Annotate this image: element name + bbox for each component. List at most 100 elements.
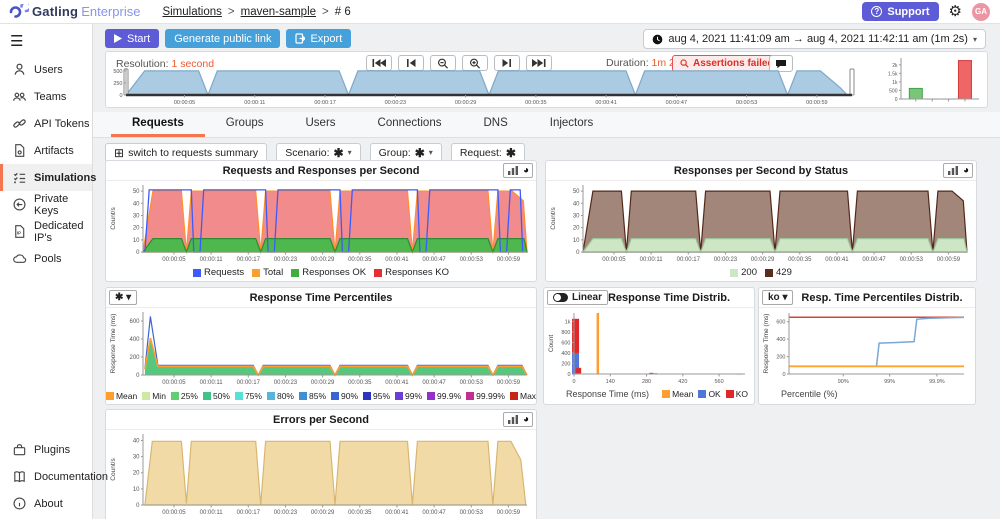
svg-text:0: 0: [782, 372, 785, 378]
tab-connections[interactable]: Connections: [357, 112, 463, 137]
svg-text:1k: 1k: [892, 80, 898, 86]
clock-icon: [652, 34, 663, 44]
svg-text:00:00:17: 00:00:17: [237, 380, 261, 386]
legend-item[interactable]: 429: [765, 267, 792, 278]
sidebar-item-api-tokens[interactable]: API Tokens: [0, 110, 92, 137]
legend-item[interactable]: Mean: [662, 389, 693, 399]
sidebar-item-pools[interactable]: Pools: [0, 245, 92, 272]
legend-item[interactable]: KO: [725, 389, 748, 399]
legend-item[interactable]: Requests: [192, 267, 244, 278]
legend-item[interactable]: Min: [142, 391, 166, 401]
legend-swatch: [662, 390, 671, 398]
asterisk-icon: ✱: [505, 145, 516, 160]
brand-name: Gatling: [32, 4, 79, 19]
support-button[interactable]: ? Support: [862, 2, 939, 21]
legend-swatch: [331, 391, 339, 400]
gear-icon[interactable]: ⚙: [949, 4, 962, 19]
breadcrumb-simulations[interactable]: Simulations: [162, 6, 221, 18]
svg-text:00:00:53: 00:00:53: [460, 510, 484, 516]
chevron-down-icon: ▾: [347, 148, 352, 157]
legend-item[interactable]: Responses KO: [374, 267, 449, 278]
svg-text:Count: Count: [548, 335, 555, 353]
legend-item[interactable]: 25%: [170, 391, 198, 401]
svg-text:00:00:11: 00:00:11: [200, 257, 224, 263]
svg-text:00:00:41: 00:00:41: [825, 257, 849, 263]
linear-scale-toggle[interactable]: Linear: [547, 290, 609, 305]
legend-item[interactable]: 50%: [202, 391, 230, 401]
svg-text:00:00:29: 00:00:29: [311, 257, 335, 263]
teams-icon: [13, 92, 26, 101]
svg-text:00:00:47: 00:00:47: [666, 100, 687, 106]
sidebar-item-simulations[interactable]: Simulations: [0, 164, 96, 191]
legend-item[interactable]: Mean: [106, 391, 137, 401]
chart-type-toggle[interactable]: ◕: [502, 163, 533, 178]
sidebar-item-dedicated-ips[interactable]: IP Dedicated IP's: [0, 218, 92, 245]
legend-item[interactable]: OK: [698, 389, 721, 399]
legend-item[interactable]: 85%: [298, 391, 326, 401]
responses-by-status-chart[interactable]: 0 10 20 30 40 50 00:00:05 00:00:11 00:00:17 00:00…: [546, 181, 976, 265]
hamburger-menu-icon[interactable]: ☰: [0, 24, 92, 56]
legend-item[interactable]: Responses OK: [291, 267, 366, 278]
legend-item[interactable]: Max: [510, 391, 536, 401]
date-range-dropdown[interactable]: aug 4, 2021 11:41:09 am → aug 4, 2021 11…: [643, 29, 986, 49]
response-time-distribution-chart[interactable]: 0 200 400 600 800 1k 0 140 280 420 560 Count: [544, 308, 754, 386]
legend-item[interactable]: Total: [252, 267, 283, 278]
svg-text:Count/s: Count/s: [110, 207, 117, 230]
avatar[interactable]: GA: [972, 2, 990, 21]
svg-text:00:00:05: 00:00:05: [162, 257, 186, 263]
legend-item[interactable]: 99.9%: [427, 391, 461, 401]
svg-text:00:00:23: 00:00:23: [385, 100, 406, 106]
legend-swatch: [192, 268, 201, 277]
link-icon: [13, 119, 26, 128]
svg-text:00:00:59: 00:00:59: [497, 257, 521, 263]
svg-text:30: 30: [573, 213, 580, 219]
tab-dns[interactable]: DNS: [462, 112, 528, 137]
panel-requests-responses: Requests and Responses per Second ◕ 0 10 2…: [105, 160, 537, 282]
legend-item[interactable]: 99.99%: [466, 391, 505, 401]
legend-item[interactable]: 80%: [266, 391, 294, 401]
sidebar-item-private-keys[interactable]: Private Keys: [0, 191, 92, 218]
sidebar-item-about[interactable]: About: [0, 490, 92, 517]
sidebar-item-users[interactable]: Users: [0, 56, 92, 83]
requests-summary-mini-chart[interactable]: 0 500 1k 1.5k 2k: [879, 54, 983, 107]
svg-text:Response Time (ms): Response Time (ms): [110, 314, 117, 374]
chart-type-toggle[interactable]: ◕: [502, 412, 533, 427]
asterisk-icon: ✱: [414, 145, 425, 160]
legend-item[interactable]: 95%: [363, 391, 390, 401]
tab-injectors[interactable]: Injectors: [529, 112, 614, 137]
response-time-percentiles-chart[interactable]: 0 200 400 600 00:00:05 00:00:11 00:00:17 00:00:…: [106, 308, 536, 388]
svg-text:20: 20: [133, 471, 140, 477]
legend-item[interactable]: 90%: [331, 391, 358, 401]
tab-users[interactable]: Users: [285, 112, 357, 137]
svg-text:600: 600: [561, 340, 570, 346]
generate-public-link-button[interactable]: Generate public link: [165, 29, 281, 48]
breadcrumb-simulation[interactable]: maven-sample: [241, 6, 316, 18]
legend-swatch: [698, 390, 707, 398]
ko-filter-dropdown[interactable]: ko ▾: [762, 290, 794, 305]
chart-type-toggle[interactable]: ◕: [942, 163, 973, 178]
legend-item[interactable]: 99%: [395, 391, 422, 401]
start-button[interactable]: Start: [105, 29, 160, 48]
legend-item[interactable]: 200: [730, 267, 757, 278]
sidebar-item-documentation[interactable]: Documentation: [0, 463, 108, 490]
legend-item[interactable]: 75%: [234, 391, 262, 401]
export-button[interactable]: Export: [286, 29, 352, 48]
svg-text:10: 10: [573, 238, 580, 244]
legend-swatch: [510, 391, 518, 400]
timeline-range-chart[interactable]: 0 250 500 00:00:05 00:00:11 00:00:17 00:00:23 0…: [110, 65, 862, 107]
tab-groups[interactable]: Groups: [205, 112, 285, 137]
errors-per-second-chart[interactable]: 0 10 20 30 40 00:00:05 00:00:11 00:00:17 00:00:2…: [106, 430, 536, 518]
tab-requests[interactable]: Requests: [111, 112, 205, 137]
percentile-filter-dropdown[interactable]: ✱ ▾: [109, 290, 138, 305]
svg-text:99%: 99%: [884, 379, 895, 385]
svg-text:50: 50: [133, 189, 140, 195]
percentiles-distribution-chart[interactable]: 0 200 400 600 90% 99% 99.9% Response Time (ms): [759, 308, 975, 386]
sidebar-item-artifacts[interactable]: Artifacts: [0, 137, 92, 164]
svg-text:IP: IP: [17, 231, 21, 236]
svg-text:00:00:53: 00:00:53: [460, 380, 484, 386]
sidebar-item-plugins[interactable]: Plugins: [0, 436, 92, 463]
sidebar-item-teams[interactable]: Teams: [0, 83, 92, 110]
svg-text:00:00:35: 00:00:35: [788, 257, 812, 263]
grid-icon: ⊞: [114, 145, 125, 160]
requests-responses-chart[interactable]: 0 10 20 30 40 50 00:00:05 00:00:11 00:00:17 00:00…: [106, 181, 536, 265]
